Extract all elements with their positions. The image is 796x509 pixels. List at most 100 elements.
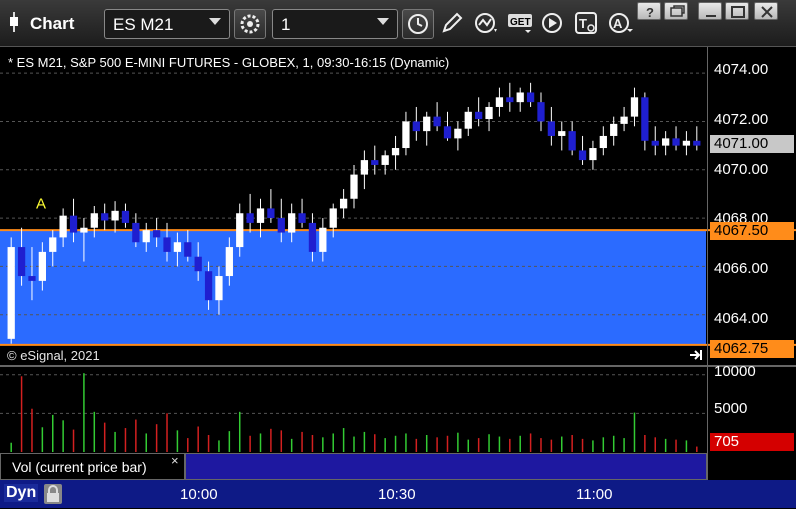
lower-line-tag: 4062.75 <box>710 340 794 358</box>
candle-body <box>59 215 67 238</box>
candle-body <box>693 140 701 146</box>
candle-body <box>49 237 57 252</box>
play-button[interactable] <box>537 9 569 39</box>
candle-body <box>630 97 639 117</box>
time-axis-label: 10:30 <box>378 486 416 503</box>
candle-body <box>558 131 566 136</box>
candle-body <box>277 218 285 233</box>
candle-body <box>568 131 576 151</box>
candle-body <box>288 213 296 233</box>
svg-text:?: ? <box>646 5 654 19</box>
candle-body <box>610 123 618 136</box>
candle-body <box>599 135 607 149</box>
candle-body <box>204 271 213 301</box>
candle-body <box>101 213 109 221</box>
symbol-value: ES M21 <box>113 15 174 34</box>
restore-icon <box>670 5 685 17</box>
minimize-button[interactable] <box>698 2 722 20</box>
candle-body <box>339 198 348 209</box>
price-axis-label: 4072.00 <box>714 111 769 128</box>
price-axis-label: 4064.00 <box>714 310 769 327</box>
candle-body <box>620 116 628 124</box>
title-bar: Chart ES M21 1 GET T A ? <box>0 0 796 47</box>
candle-body <box>516 92 524 103</box>
interval-value: 1 <box>281 15 291 34</box>
candle-body <box>485 106 493 120</box>
candle-body <box>225 247 233 277</box>
candle-body <box>350 174 358 199</box>
chart-app-icon <box>8 12 22 32</box>
support-resistance-band <box>0 230 706 345</box>
candle-body <box>28 276 36 281</box>
close-button[interactable] <box>754 2 778 20</box>
candle-body <box>69 215 78 233</box>
volume-axis-label: 5000 <box>714 400 748 417</box>
price-chart[interactable]: A <box>0 47 796 480</box>
candle-body <box>215 276 223 301</box>
candle-body <box>163 237 171 252</box>
scroll-to-end-icon[interactable] <box>688 348 704 362</box>
candle-body <box>80 227 88 233</box>
candle-body <box>391 148 400 156</box>
candle-body <box>7 247 15 339</box>
candle-body <box>506 97 514 103</box>
volume-study-close-icon[interactable]: × <box>171 453 179 468</box>
price-axis-label: 4070.00 <box>714 161 769 178</box>
lock-icon[interactable] <box>44 484 62 504</box>
candle-body <box>412 121 420 132</box>
price-axis-divider <box>707 47 708 480</box>
last-price-tag: 4071.00 <box>710 135 794 153</box>
window-title: Chart <box>30 14 75 33</box>
candle-body <box>90 213 98 228</box>
dynamic-mode-button[interactable]: Dyn <box>4 484 39 502</box>
text-tool-button[interactable]: T <box>571 9 603 39</box>
study-button[interactable] <box>471 9 503 39</box>
settings-icon <box>240 14 260 34</box>
candle-body <box>17 247 26 277</box>
get-icon: GET <box>508 14 532 33</box>
candle-body <box>194 256 202 272</box>
candle-body <box>256 208 265 223</box>
pencil-icon <box>442 12 463 33</box>
candle-body <box>142 230 150 243</box>
time-button[interactable] <box>402 9 434 39</box>
maximize-button[interactable] <box>725 2 749 20</box>
help-button[interactable]: ? <box>637 2 661 20</box>
interval-dropdown[interactable]: 1 <box>272 9 398 39</box>
candle-body <box>526 92 535 103</box>
upper-line-tag: 4067.50 <box>710 222 794 240</box>
copyright-label: © eSignal, 2021 <box>7 348 100 363</box>
candle-body <box>152 230 161 238</box>
price-axis-label: 4074.00 <box>714 61 769 78</box>
candle-body <box>184 242 192 257</box>
chart-pane[interactable]: A <box>0 47 796 480</box>
chevron-down-icon <box>209 18 221 25</box>
candle-body <box>121 210 130 223</box>
symbol-dropdown[interactable]: ES M21 <box>104 9 230 39</box>
candle-body <box>173 242 182 252</box>
restore-button[interactable] <box>664 2 688 20</box>
candle-body <box>371 160 379 165</box>
settings-button[interactable] <box>234 9 266 39</box>
candle-body <box>246 213 254 223</box>
candle-body <box>547 121 556 136</box>
candle-body <box>578 150 587 161</box>
candle-body <box>537 102 545 122</box>
candle-body <box>443 126 452 139</box>
get-button[interactable]: GET <box>504 9 536 39</box>
candle-body <box>267 208 275 219</box>
volume-study-label: Vol (current price bar) <box>12 459 147 475</box>
candle-body <box>641 97 649 141</box>
draw-button[interactable] <box>437 9 469 39</box>
candle-body <box>433 116 441 127</box>
candle-body <box>423 116 431 132</box>
volume-info-panel <box>185 453 707 480</box>
candle-body <box>308 222 317 252</box>
candle-body <box>111 210 119 221</box>
candle-body <box>589 148 597 161</box>
candle-body <box>298 213 306 223</box>
alert-button[interactable]: A <box>604 9 636 39</box>
pane-separator[interactable] <box>0 365 796 367</box>
price-axis-label: 4066.00 <box>714 260 769 277</box>
marker-label: A <box>36 195 46 212</box>
